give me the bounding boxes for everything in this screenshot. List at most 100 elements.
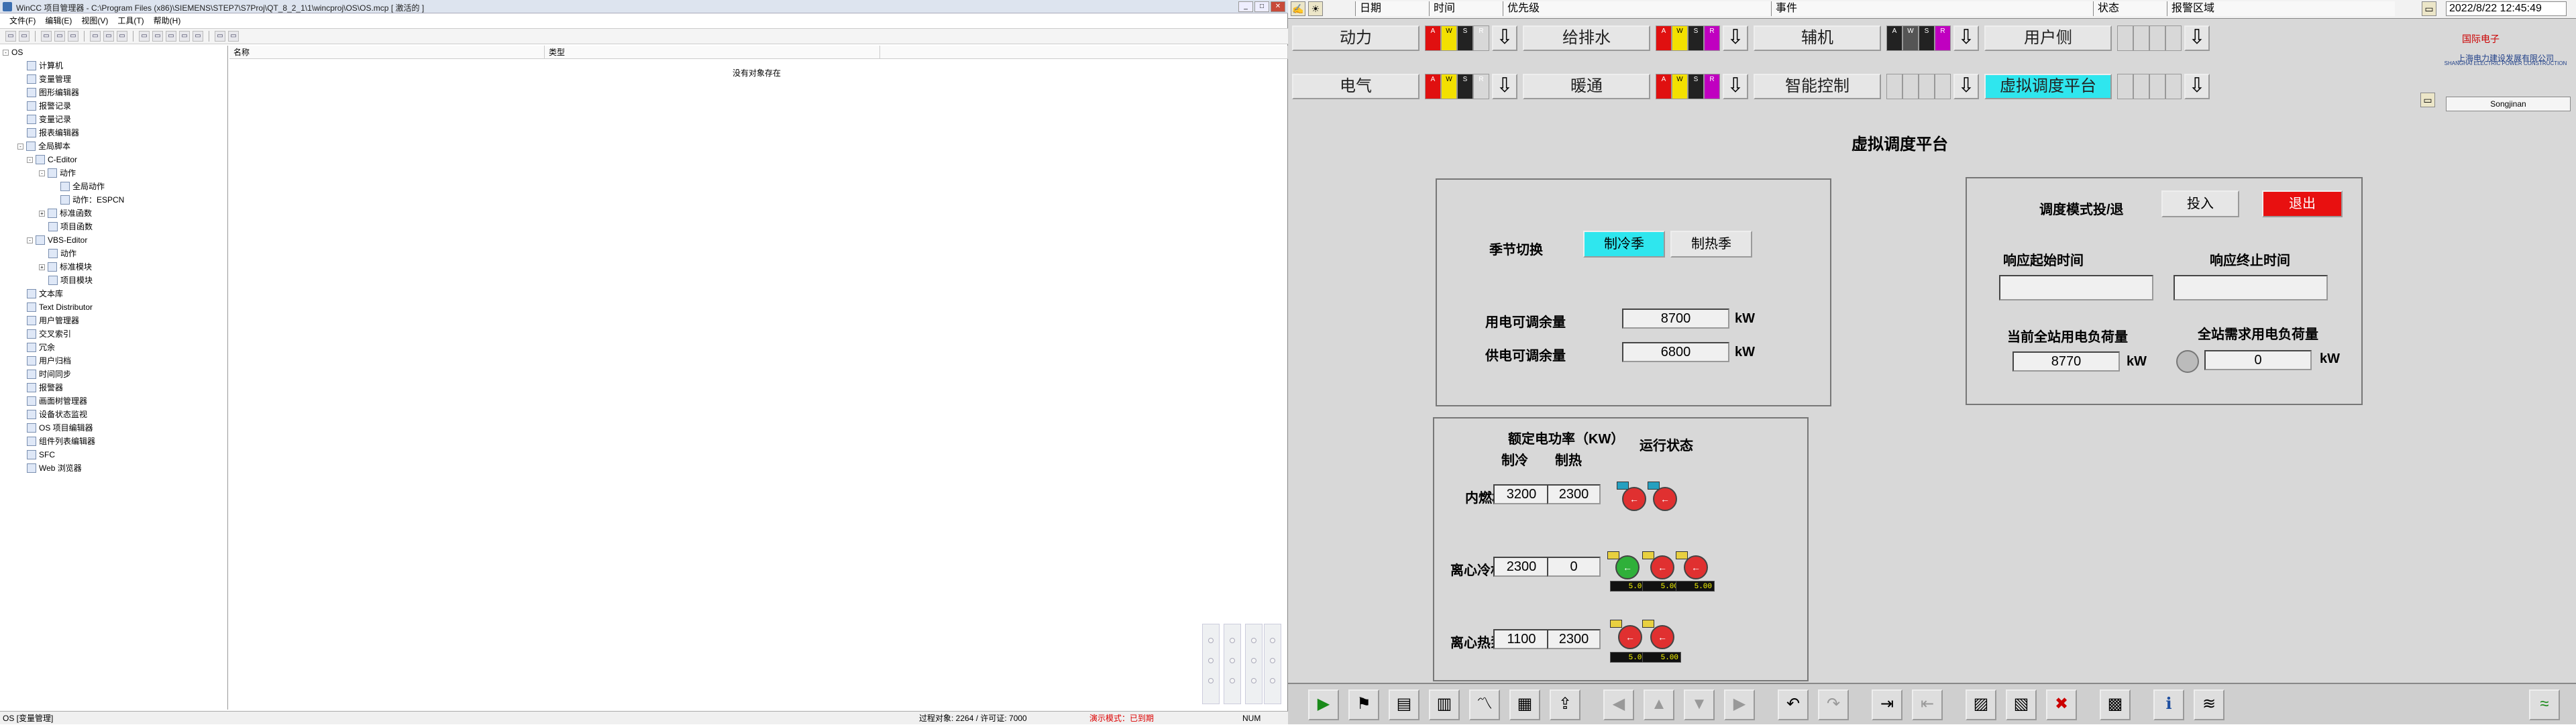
start-time-input[interactable] bbox=[1999, 275, 2153, 300]
tree-node[interactable]: - 动作 bbox=[39, 166, 76, 180]
message-list-icon[interactable]: ▧ bbox=[2006, 689, 2037, 720]
tree-node[interactable]: 变量管理 bbox=[27, 72, 71, 86]
nav-auxiliary[interactable]: 辅机 bbox=[1754, 25, 1881, 51]
tree-node[interactable]: 动作：ESPCN bbox=[60, 193, 124, 207]
menu-help[interactable]: 帮助(H) bbox=[154, 15, 181, 27]
up-arrow-icon[interactable]: ▲ bbox=[1644, 689, 1674, 720]
tree-node[interactable]: 项目函数 bbox=[48, 220, 93, 233]
tree-node[interactable]: 全局动作 bbox=[60, 180, 105, 193]
save-icon[interactable]: ▭ bbox=[41, 31, 52, 42]
activate-icon[interactable]: ▭ bbox=[54, 31, 65, 42]
nav-dispatch-down-icon[interactable]: ⇩ bbox=[2184, 74, 2210, 99]
screen-icon[interactable]: ▭ bbox=[2420, 93, 2435, 107]
export-icon[interactable]: ⇪ bbox=[1550, 689, 1580, 720]
tree-node[interactable]: SFC bbox=[27, 448, 55, 461]
maximize-button[interactable]: □ bbox=[1254, 1, 1269, 12]
close-button[interactable]: ✕ bbox=[1271, 1, 1285, 12]
delete-icon[interactable]: ✖ bbox=[2046, 689, 2077, 720]
nav-electrical-down-icon[interactable]: ⇩ bbox=[1492, 74, 1517, 99]
tree-node[interactable]: 图形编辑器 bbox=[27, 86, 79, 99]
heating-season-button[interactable]: 制热季 bbox=[1670, 231, 1752, 258]
back-icon[interactable]: ↶ bbox=[1778, 689, 1809, 720]
report-icon[interactable]: ▥ bbox=[1429, 689, 1460, 720]
tree-node[interactable]: 用户归档 bbox=[27, 354, 71, 368]
nav-smart-control[interactable]: 智能控制 bbox=[1754, 74, 1881, 99]
open-icon[interactable]: ▭ bbox=[19, 31, 30, 42]
chiller-3-status-icon[interactable]: ← bbox=[1684, 555, 1708, 579]
acknowledge-icon[interactable]: ✍ bbox=[1291, 1, 1305, 16]
tree-node[interactable]: 时间同步 bbox=[27, 368, 71, 381]
tree-node[interactable]: 计算机 bbox=[27, 59, 63, 72]
nav-water[interactable]: 给排水 bbox=[1523, 25, 1650, 51]
nav-aux-down-icon[interactable]: ⇩ bbox=[1953, 25, 1979, 51]
tree-node[interactable]: 设备状态监视 bbox=[27, 408, 87, 421]
tree-node[interactable]: - C-Editor bbox=[27, 153, 77, 166]
details-view-icon[interactable]: ▭ bbox=[193, 31, 203, 42]
cut-icon[interactable]: ▭ bbox=[90, 31, 101, 42]
nav-power[interactable]: 动力 bbox=[1292, 25, 1419, 51]
column-header-name[interactable]: 名称 bbox=[229, 46, 545, 59]
dispatch-off-button[interactable]: 退出 bbox=[2262, 190, 2343, 217]
chiller-2-status-icon[interactable]: ← bbox=[1650, 555, 1674, 579]
acknowledge-all-icon[interactable]: ≈ bbox=[2529, 689, 2560, 720]
tree-node[interactable]: 变量记录 bbox=[27, 113, 71, 126]
properties-icon[interactable]: ▭ bbox=[215, 31, 225, 42]
tree-node[interactable]: OS 项目编辑器 bbox=[27, 421, 93, 435]
tree-node[interactable]: Text Distributor bbox=[27, 300, 93, 314]
column-header-type[interactable]: 类型 bbox=[545, 46, 880, 59]
tree-node[interactable]: 动作 bbox=[48, 247, 76, 260]
chiller-1-status-icon[interactable]: ← bbox=[1615, 555, 1640, 579]
horn-icon[interactable]: ≋ bbox=[2194, 689, 2224, 720]
logout-icon[interactable]: ⇤ bbox=[1912, 689, 1943, 720]
trend-icon[interactable]: 〽 bbox=[1469, 689, 1500, 720]
start-icon[interactable]: ▶ bbox=[1308, 689, 1339, 720]
tree-node[interactable]: 报表编辑器 bbox=[27, 126, 79, 140]
nav-user-side[interactable]: 用户侧 bbox=[1984, 25, 2112, 51]
engine-1-status-icon[interactable]: ← bbox=[1622, 487, 1646, 511]
info-icon[interactable]: ℹ bbox=[2153, 689, 2184, 720]
menu-tools[interactable]: 工具(T) bbox=[117, 15, 144, 27]
tree-node[interactable]: 报警记录 bbox=[27, 99, 71, 113]
tree-node[interactable]: 画面树管理器 bbox=[27, 394, 87, 408]
heatpump-1-status-icon[interactable]: ← bbox=[1618, 625, 1642, 649]
engine-2-status-icon[interactable]: ← bbox=[1653, 487, 1677, 511]
tree-node[interactable]: 交叉索引 bbox=[27, 327, 71, 341]
dispatch-on-button[interactable]: 投入 bbox=[2161, 190, 2239, 217]
menu-edit[interactable]: 编辑(E) bbox=[45, 15, 72, 27]
nav-user-down-icon[interactable]: ⇩ bbox=[2184, 25, 2210, 51]
nav-electrical[interactable]: 电气 bbox=[1292, 74, 1419, 99]
print-icon[interactable]: ▩ bbox=[2100, 689, 2131, 720]
forward-icon[interactable]: ↷ bbox=[1818, 689, 1849, 720]
minimize-button[interactable]: _ bbox=[1238, 1, 1253, 12]
key-icon[interactable]: ⚑ bbox=[1348, 689, 1379, 720]
end-time-input[interactable] bbox=[2174, 275, 2328, 300]
left-arrow-icon[interactable]: ◀ bbox=[1603, 689, 1634, 720]
heatpump-2-status-icon[interactable]: ← bbox=[1650, 625, 1674, 649]
large-icons-icon[interactable]: ▭ bbox=[152, 31, 163, 42]
alarm-expand-icon[interactable]: ▭ bbox=[2422, 1, 2436, 16]
message-icon[interactable]: ▨ bbox=[1966, 689, 1996, 720]
nav-hvac[interactable]: 暖通 bbox=[1523, 74, 1650, 99]
nav-power-down-icon[interactable]: ⇩ bbox=[1492, 25, 1517, 51]
menu-view[interactable]: 视图(V) bbox=[81, 15, 108, 27]
small-icons-icon[interactable]: ▭ bbox=[166, 31, 176, 42]
tree-node[interactable]: - OS bbox=[3, 46, 23, 59]
nav-smart-down-icon[interactable]: ⇩ bbox=[1953, 74, 1979, 99]
nav-water-down-icon[interactable]: ⇩ bbox=[1723, 25, 1748, 51]
tree-node[interactable]: 项目模块 bbox=[48, 274, 93, 287]
deactivate-icon[interactable]: ▭ bbox=[68, 31, 78, 42]
menu-file[interactable]: 文件(F) bbox=[9, 15, 36, 27]
tree-node[interactable]: 组件列表编辑器 bbox=[27, 435, 95, 448]
new-icon[interactable]: ▭ bbox=[5, 31, 16, 42]
nav-hvac-down-icon[interactable]: ⇩ bbox=[1723, 74, 1748, 99]
tree-node[interactable]: 用户管理器 bbox=[27, 314, 79, 327]
tree-node[interactable]: - VBS-Editor bbox=[27, 233, 87, 247]
table-icon[interactable]: ▦ bbox=[1509, 689, 1540, 720]
tree-node[interactable]: 冗余 bbox=[27, 341, 55, 354]
folder-icon[interactable]: ▤ bbox=[1389, 689, 1419, 720]
undo-icon[interactable]: ▭ bbox=[139, 31, 150, 42]
list-view-icon[interactable]: ▭ bbox=[179, 31, 190, 42]
tree-node[interactable]: Web 浏览器 bbox=[27, 461, 82, 475]
tree-node[interactable]: 报警器 bbox=[27, 381, 63, 394]
tree-node[interactable]: 文本库 bbox=[27, 287, 63, 300]
